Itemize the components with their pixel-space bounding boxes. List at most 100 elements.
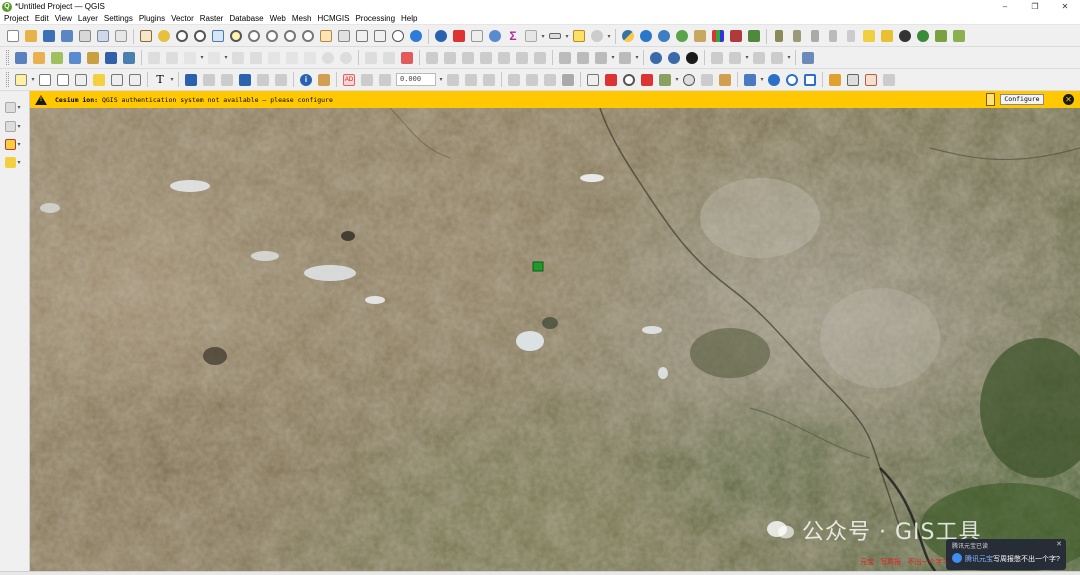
zoom-out-button[interactable] — [192, 28, 208, 44]
label-tool-2-button[interactable] — [381, 50, 397, 66]
processing-gear-button[interactable] — [766, 72, 782, 88]
zoom-layer-button[interactable] — [246, 28, 262, 44]
grid-toggle-button[interactable] — [751, 50, 767, 66]
close-icon[interactable]: ✕ — [1056, 540, 1062, 548]
style-manager-button[interactable] — [113, 28, 129, 44]
menu-plugins[interactable]: Plugins — [139, 13, 165, 25]
plugin-bars-1-button[interactable] — [771, 28, 787, 44]
toolbar-grip[interactable] — [6, 72, 9, 87]
select-by-expression-button[interactable] — [55, 72, 71, 88]
save-as-button[interactable] — [59, 28, 75, 44]
plugin-chart-button[interactable] — [710, 28, 726, 44]
digitize-tool-7-button[interactable] — [478, 50, 494, 66]
pan-map-button[interactable] — [138, 28, 154, 44]
python-console-button[interactable] — [620, 28, 636, 44]
toggle-editing-button[interactable] — [146, 50, 162, 66]
redo-button[interactable] — [338, 50, 354, 66]
zoom-in-button[interactable] — [174, 28, 190, 44]
modify-attributes-button[interactable] — [230, 50, 246, 66]
label-toolbar-button[interactable]: AD — [341, 72, 357, 88]
menu-edit[interactable]: Edit — [35, 13, 49, 25]
chevron-down-icon[interactable]: ▾ — [744, 54, 750, 61]
layout-toggle-button[interactable] — [727, 50, 743, 66]
paste-features-button[interactable] — [302, 50, 318, 66]
raster-calc-button[interactable] — [575, 50, 591, 66]
georef-extent-button[interactable] — [657, 72, 673, 88]
chat-popup[interactable]: 腾讯元宝已读 ✕ 腾讯元宝 写周报憋不出一个字? — [946, 539, 1066, 570]
diagram-1-button[interactable] — [506, 72, 522, 88]
menu-database[interactable]: Database — [229, 13, 263, 25]
plugin-bars-5-button[interactable] — [843, 28, 859, 44]
plugin-bars-2-button[interactable] — [789, 28, 805, 44]
chevron-down-icon[interactable]: ▾ — [634, 54, 640, 61]
left-tool-1-button[interactable]: ▾ — [5, 100, 25, 114]
digitize-tool-10-button[interactable] — [532, 50, 548, 66]
georef-1-button[interactable] — [648, 50, 664, 66]
chevron-down-icon[interactable]: ▾ — [759, 76, 765, 83]
menu-hcmgis[interactable]: HCMGIS — [317, 13, 349, 25]
plugin-shield-button[interactable] — [915, 28, 931, 44]
maximize-button[interactable]: ❐ — [1020, 0, 1050, 13]
rotation-spinbox[interactable]: 0.000 — [396, 73, 436, 86]
label-rotate-button[interactable] — [377, 72, 393, 88]
plugin-raster-button[interactable] — [746, 28, 762, 44]
select-by-area-button[interactable] — [13, 72, 29, 88]
georef-pin-button[interactable] — [603, 72, 619, 88]
new-3d-view-button[interactable] — [336, 28, 352, 44]
edit-scissors-button[interactable] — [845, 72, 861, 88]
new-map-view-button[interactable] — [318, 28, 334, 44]
print-layout-button[interactable] — [77, 28, 93, 44]
statistics-button[interactable]: Σ — [505, 28, 521, 44]
panel-toggle-button[interactable] — [709, 50, 725, 66]
identify-features-button[interactable] — [433, 28, 449, 44]
annotation-2-button[interactable] — [201, 72, 217, 88]
add-wms-layer-button[interactable] — [103, 50, 119, 66]
chevron-down-icon[interactable]: ▾ — [30, 76, 36, 83]
plugin-star-add-button[interactable] — [861, 28, 877, 44]
digitize-tool-9-button[interactable] — [514, 50, 530, 66]
tool-wrench-button[interactable] — [316, 72, 332, 88]
add-wfs-layer-button[interactable] — [121, 50, 137, 66]
temporal-button[interactable] — [390, 28, 406, 44]
measure-line-button[interactable] — [547, 28, 563, 44]
chart-toggle-button[interactable] — [769, 50, 785, 66]
add-raster-layer-button[interactable] — [67, 50, 83, 66]
map-feature-marker[interactable] — [532, 261, 544, 272]
edit-table-button[interactable] — [863, 72, 879, 88]
raster-info-button[interactable] — [617, 50, 633, 66]
layout-panel-button[interactable] — [557, 50, 573, 66]
georef-3-button[interactable] — [684, 50, 700, 66]
georef-zoom-button[interactable] — [621, 72, 637, 88]
plugin-network-button[interactable] — [800, 50, 816, 66]
plugin-earth-button[interactable] — [674, 28, 690, 44]
chevron-down-icon[interactable]: ▾ — [786, 54, 792, 61]
chevron-down-icon[interactable]: ▾ — [438, 76, 444, 83]
map-canvas[interactable] — [30, 108, 1080, 571]
invert-selection-button[interactable] — [109, 72, 125, 88]
menu-web[interactable]: Web — [270, 13, 286, 25]
digitize-tool-5-button[interactable] — [442, 50, 458, 66]
toolbar-grip[interactable] — [6, 50, 9, 65]
vertex-tool-button[interactable] — [206, 50, 222, 66]
annotation-1-button[interactable] — [183, 72, 199, 88]
plugin-fork-button[interactable] — [933, 28, 949, 44]
open-data-source-manager-button[interactable] — [13, 50, 29, 66]
zoom-last-button[interactable] — [282, 28, 298, 44]
edit-pencil-button[interactable] — [827, 72, 843, 88]
chevron-down-icon[interactable]: ▾ — [610, 54, 616, 61]
georef-snap-button[interactable] — [699, 72, 715, 88]
message-stack-icon[interactable] — [986, 93, 995, 106]
save-edits-button[interactable] — [164, 50, 180, 66]
select-feature-button[interactable] — [451, 28, 467, 44]
label-tool-3-button[interactable] — [399, 50, 415, 66]
label-tool-1-button[interactable] — [363, 50, 379, 66]
annotation-6-button[interactable] — [273, 72, 289, 88]
georef-wrench-button[interactable] — [717, 72, 733, 88]
chevron-down-icon[interactable]: ▾ — [169, 76, 175, 83]
plugin-fork-2-button[interactable] — [951, 28, 967, 44]
add-delimited-text-button[interactable] — [49, 50, 65, 66]
plugin-cloud-button[interactable] — [638, 28, 654, 44]
chevron-down-icon[interactable]: ▾ — [564, 33, 570, 40]
zoom-native-button[interactable] — [264, 28, 280, 44]
chevron-down-icon[interactable]: ▾ — [223, 54, 229, 61]
